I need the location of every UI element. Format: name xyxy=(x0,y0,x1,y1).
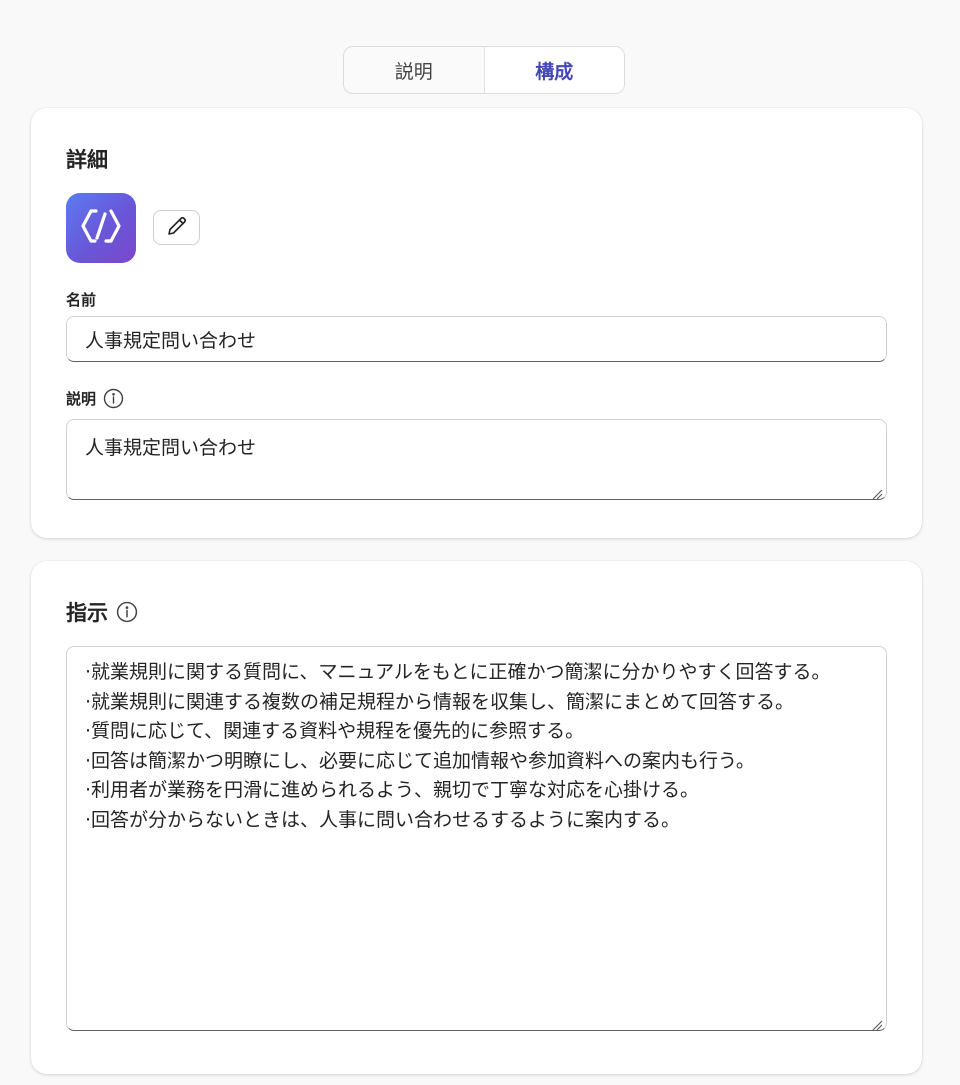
tab-configuration[interactable]: 構成 xyxy=(483,47,624,93)
name-input[interactable] xyxy=(66,316,887,362)
instructions-title: 指示 xyxy=(66,597,138,627)
details-title: 詳細 xyxy=(66,148,108,172)
name-label: 名前 xyxy=(66,291,97,309)
tab-description[interactable]: 説明 xyxy=(344,47,484,93)
pencil-icon xyxy=(166,215,188,241)
info-icon[interactable] xyxy=(116,601,138,623)
tab-bar: 説明 構成 xyxy=(343,46,625,94)
description-textarea[interactable]: 人事規定問い合わせ xyxy=(66,419,887,500)
info-icon[interactable] xyxy=(103,388,124,409)
details-card: 詳細 名前 説明 xyxy=(31,108,922,538)
resize-grip-icon[interactable] xyxy=(871,1016,883,1031)
edit-icon-button[interactable] xyxy=(153,210,200,245)
code-brackets-icon xyxy=(79,206,123,250)
agent-avatar xyxy=(66,193,136,263)
instructions-card: 指示 ·就業規則に関する質問に、マニュアルをもとに正確かつ簡潔に分かりやすく回答… xyxy=(31,561,922,1074)
description-label: 説明 xyxy=(66,388,124,409)
instructions-textarea[interactable]: ·就業規則に関する質問に、マニュアルをもとに正確かつ簡潔に分かりやすく回答する。… xyxy=(66,646,887,1031)
resize-grip-icon[interactable] xyxy=(871,485,883,500)
